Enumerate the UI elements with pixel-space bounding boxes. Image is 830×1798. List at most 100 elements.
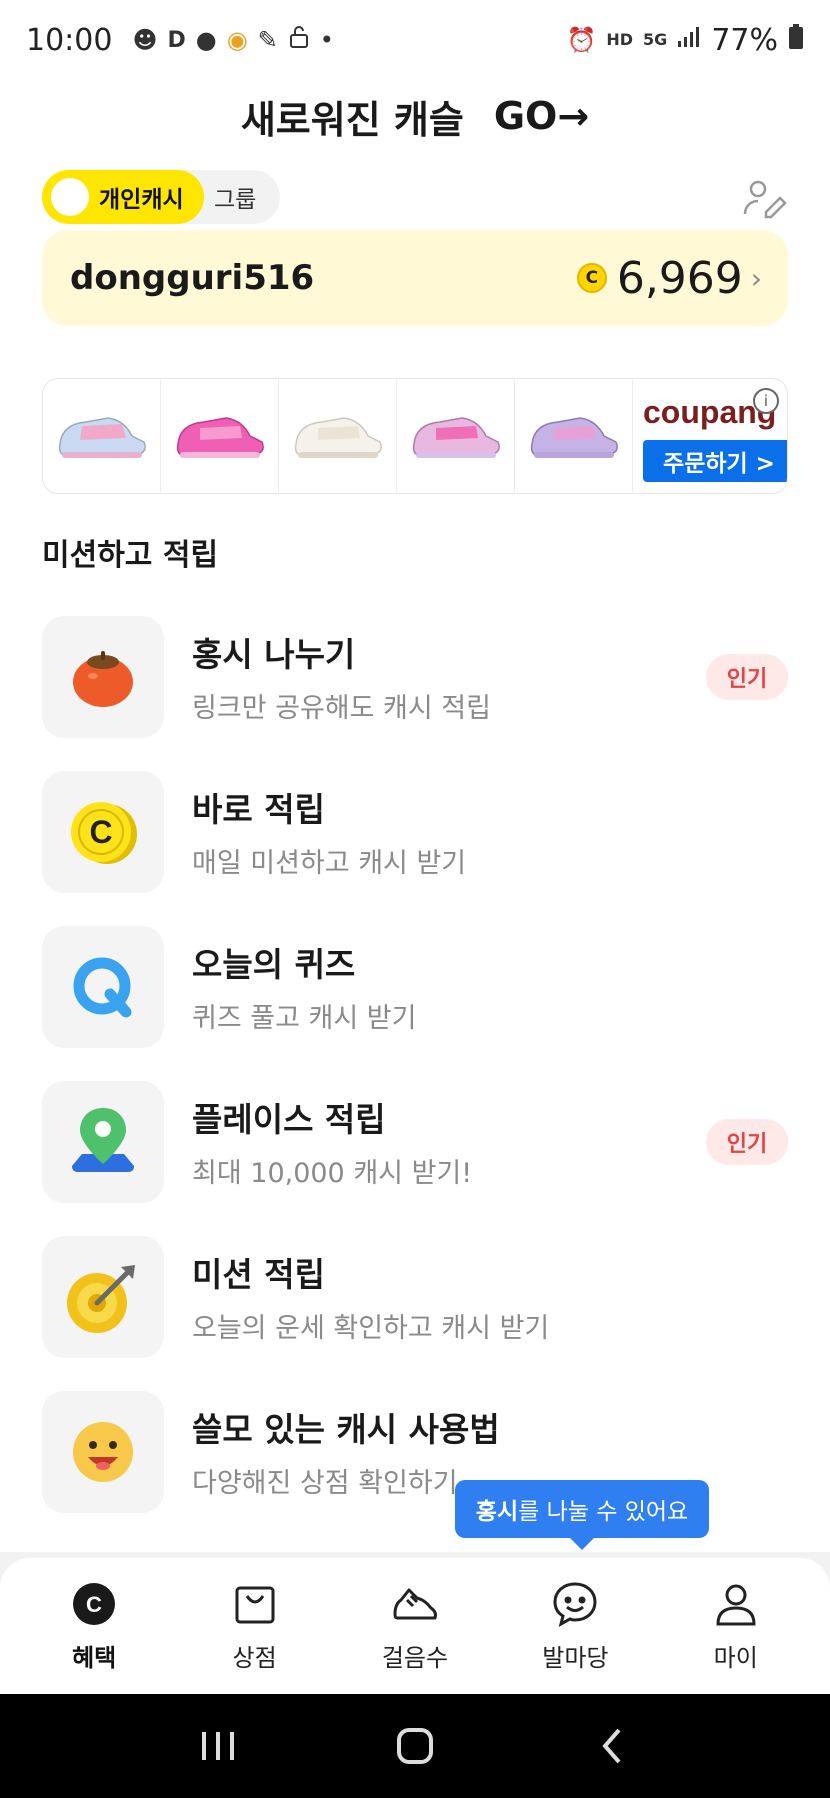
mission-icon-box (42, 926, 164, 1048)
ad-thumbnail[interactable] (43, 380, 161, 492)
mission-subtitle: 다양해진 상점 확인하기 (192, 1468, 458, 1499)
system-nav-bar (0, 1694, 830, 1798)
mission-item[interactable]: 홍시 나누기 링크만 공유해도 캐시 적립 인기 (42, 616, 788, 738)
unlock-icon (288, 25, 310, 55)
home-button[interactable] (385, 1716, 445, 1776)
tooltip-text: 를 나눌 수 있어요 (518, 1499, 689, 1525)
nav-my[interactable]: 마이 (671, 1580, 801, 1673)
order-button[interactable]: 주문하기 > (643, 440, 787, 482)
recent-apps-button[interactable] (188, 1716, 248, 1776)
toggle-personal-label: 개인캐시 (99, 187, 184, 213)
person-icon: ☻ (132, 26, 158, 54)
nav-shop[interactable]: 상점 (190, 1580, 320, 1673)
person-icon (716, 1584, 756, 1625)
home-icon (396, 1728, 433, 1764)
toggle-group[interactable]: 그룹 (214, 170, 256, 224)
status-left: 10:00 ☻ D ● ◉ ✎ • (26, 23, 334, 58)
ad-thumbnail[interactable] (161, 380, 279, 492)
mission-subtitle: 링크만 공유해도 캐시 적립 (192, 693, 491, 724)
cash-balance[interactable]: C 6,969 › (576, 252, 762, 304)
mission-item[interactable]: 오늘의 퀴즈 퀴즈 풀고 캐시 받기 (42, 926, 788, 1048)
nav-benefit[interactable]: C 혜택 (29, 1580, 159, 1673)
mission-subtitle: 퀴즈 풀고 캐시 받기 (192, 1003, 417, 1034)
svg-text:C: C (86, 1592, 102, 1617)
section-title: 미션하고 적립 (42, 538, 219, 573)
smile-face-icon (73, 1422, 133, 1482)
page-title: 새로워진 캐슬 (240, 97, 464, 142)
nav-steps[interactable]: 걸음수 (350, 1580, 480, 1673)
recent-apps-icon (202, 1732, 235, 1760)
tooltip-bold-text: 홍시 (475, 1499, 519, 1525)
svg-text:C: C (89, 814, 112, 850)
status-time: 10:00 (26, 22, 113, 58)
share-tooltip[interactable]: 홍시 를 나눌 수 있어요 (455, 1480, 709, 1538)
page-header[interactable]: 새로워진 캐슬 GO→ (0, 80, 830, 152)
5g-icon: 5G (643, 30, 668, 49)
back-icon (601, 1728, 621, 1764)
mission-title: 플레이스 적립 (192, 1100, 386, 1139)
shoe-white-image (294, 417, 382, 458)
mission-subtitle: 오늘의 운세 확인하고 캐시 받기 (192, 1313, 550, 1344)
status-bar: 10:00 ☻ D ● ◉ ✎ • ⏰ HD 5G 77% (0, 0, 830, 80)
shoe-pink-image (176, 417, 264, 458)
ad-brand-area[interactable]: coupang i 주문하기 > (633, 380, 787, 492)
cash-amount: 6,969 (616, 252, 743, 304)
hd-voice-icon: HD (606, 30, 634, 49)
coin-icon: C (576, 263, 607, 293)
mission-icon-box (42, 1391, 164, 1513)
dot-icon: • (319, 26, 334, 54)
persimmon-icon (73, 651, 133, 707)
popular-badge: 인기 (706, 654, 788, 700)
toggle-personal[interactable]: 개인캐시 (42, 170, 204, 224)
ad-thumbnail[interactable] (397, 380, 515, 492)
username: dongguri516 (70, 258, 315, 298)
go-link[interactable]: GO→ (494, 94, 589, 138)
cash-type-toggle[interactable]: 개인캐시 그룹 (42, 170, 280, 224)
ad-thumbnail[interactable] (515, 380, 633, 492)
mission-title: 미션 적립 (192, 1255, 325, 1294)
mission-title: 오늘의 퀴즈 (192, 945, 356, 984)
signal-icon (677, 26, 701, 54)
status-right: ⏰ HD 5G 77% (566, 23, 804, 58)
shop-icon (235, 1586, 275, 1623)
tooltip-tail (568, 1536, 596, 1550)
mission-icon-box (42, 1081, 164, 1203)
map-pin-icon (72, 1108, 134, 1172)
popular-badge: 인기 (706, 1119, 788, 1165)
coin-icon: C (71, 802, 137, 864)
chat-smile-icon (553, 1581, 597, 1627)
info-icon[interactable]: i (753, 388, 779, 414)
toggle-knob (51, 178, 89, 216)
profile-edit-icon[interactable] (742, 176, 788, 222)
back-button[interactable] (582, 1716, 642, 1776)
mission-item[interactable]: C 바로 적립 매일 미션하고 캐시 받기 (42, 771, 788, 893)
mission-icon-box (42, 616, 164, 738)
mission-icon-box (42, 1236, 164, 1358)
battery-icon (788, 24, 804, 56)
mission-item[interactable]: 미션 적립 오늘의 운세 확인하고 캐시 받기 (42, 1236, 788, 1358)
ad-banner[interactable]: coupang i 주문하기 > (42, 378, 788, 494)
shoe-pink-purple-image (412, 417, 500, 458)
mission-item[interactable]: 플레이스 적립 최대 10,000 캐시 받기! 인기 (42, 1081, 788, 1203)
mission-icon-box: C (42, 771, 164, 893)
nav-label: 혜택 (72, 1643, 117, 1672)
ad-thumbnail[interactable] (279, 380, 397, 492)
bottom-nav: C 혜택 상점 걸음수 발마당 마이 (0, 1558, 830, 1694)
mission-title: 바로 적립 (192, 790, 325, 829)
shoe-icon (393, 1588, 437, 1619)
benefit-icon: C (73, 1582, 116, 1625)
dx-icon: D (167, 27, 186, 53)
chevron-right-icon: › (750, 261, 762, 295)
nav-label: 발마당 (542, 1643, 609, 1672)
mission-title: 쓸모 있는 캐시 사용법 (192, 1410, 500, 1449)
cash-card[interactable]: dongguri516 C 6,969 › (42, 230, 788, 326)
nav-community[interactable]: 발마당 (510, 1580, 640, 1673)
nav-label: 마이 (713, 1643, 758, 1672)
mission-subtitle: 최대 10,000 캐시 받기! (192, 1158, 473, 1189)
nav-label: 상점 (232, 1643, 277, 1672)
shoe-pink-blue-image (58, 417, 146, 458)
mission-title: 홍시 나누기 (192, 635, 356, 674)
mission-subtitle: 매일 미션하고 캐시 받기 (192, 848, 467, 879)
nav-label: 걸음수 (381, 1643, 449, 1672)
quiz-icon (73, 957, 132, 1018)
